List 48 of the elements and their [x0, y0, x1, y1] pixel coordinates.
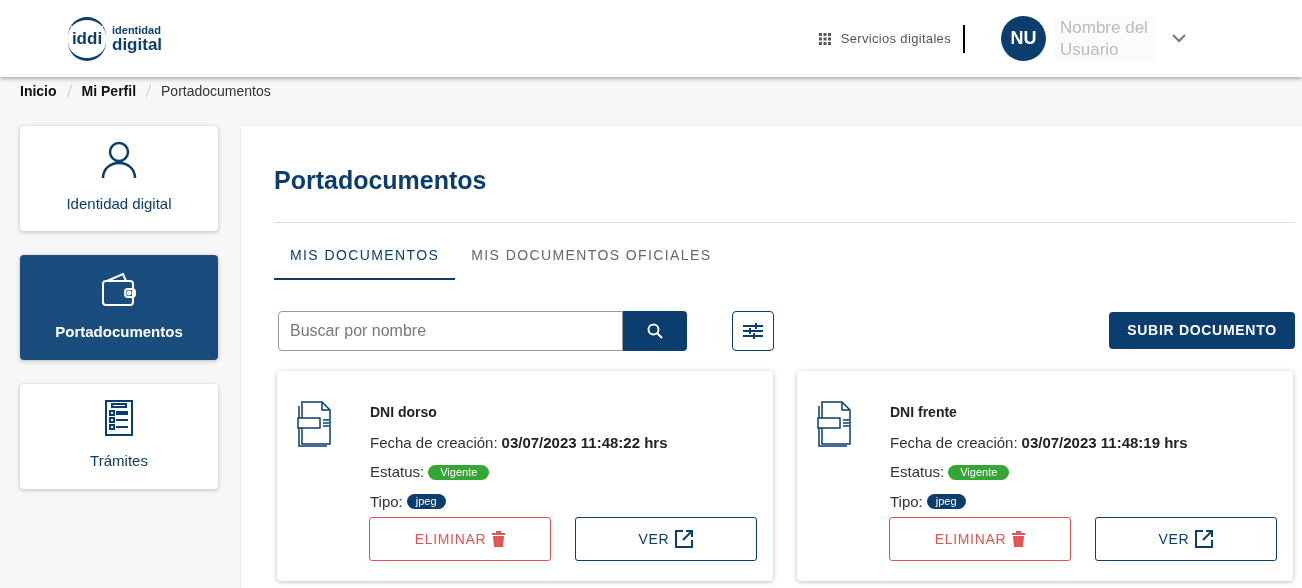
date-value: 03/07/2023 11:48:19 hrs [1021, 432, 1188, 453]
type-badge: jpeg [926, 494, 966, 510]
tab[interactable]: MIS DOCUMENTOS [274, 244, 456, 280]
logo-text: digital [112, 35, 163, 53]
person-icon [101, 141, 137, 180]
field-label: Fecha de creación: [370, 432, 498, 453]
sidebar-item[interactable]: Portadocumentos [20, 255, 218, 360]
external-link-icon [1195, 530, 1214, 548]
filter-button[interactable] [732, 310, 774, 351]
type-badge: jpeg [406, 494, 446, 510]
logo-mark: iddi [68, 16, 106, 61]
grid-icon [818, 32, 831, 45]
page-title: Portadocumentos [274, 165, 488, 196]
status-badge: Vigente [428, 464, 490, 480]
services-link[interactable]: Servicios digitales [818, 28, 951, 49]
field-label: Estatus: [890, 462, 945, 482]
sidebar-item[interactable]: Identidad digital [20, 126, 218, 231]
view-button[interactable]: VER [1095, 517, 1277, 561]
delete-button[interactable]: ELIMINAR [889, 517, 1071, 561]
status-badge: Vigente [948, 464, 1010, 480]
breadcrumb-link[interactable]: Mi Perfil [81, 80, 137, 102]
sliders-icon [743, 322, 763, 339]
breadcrumb-link[interactable]: Inicio [20, 80, 57, 102]
view-button[interactable]: VER [575, 517, 757, 561]
document-name: DNI frente [890, 402, 958, 422]
checklist-icon [105, 400, 133, 437]
field-label: Tipo: [890, 491, 923, 512]
search-field[interactable]: Buscar por nombre [278, 310, 623, 351]
sidebar-item[interactable]: Trámites [20, 384, 218, 489]
upload-button[interactable]: SUBIR DOCUMENTO [1109, 312, 1295, 349]
trash-icon [492, 531, 506, 547]
search-icon [647, 322, 663, 339]
field-label: Fecha de creación: [890, 432, 1018, 453]
user-avatar[interactable]: NU [1001, 16, 1046, 61]
field-label: Estatus: [370, 462, 425, 482]
breadcrumb-link[interactable]: Portadocumentos [161, 80, 271, 102]
external-link-icon [675, 530, 694, 548]
search-button[interactable] [623, 310, 687, 351]
tab[interactable]: MIS DOCUMENTOS OFICIALES [455, 244, 728, 280]
wallet-icon [101, 271, 137, 308]
logo-text: identidad [112, 24, 162, 36]
delete-button[interactable]: ELIMINAR [369, 517, 551, 561]
chevron-down-icon[interactable] [1172, 34, 1186, 43]
document-name: DNI dorso [370, 402, 438, 422]
field-label: Tipo: [370, 491, 403, 512]
trash-icon [1012, 531, 1026, 547]
user-name: Nombre del Usuario [1054, 16, 1156, 61]
date-value: 03/07/2023 11:48:22 hrs [501, 432, 668, 453]
